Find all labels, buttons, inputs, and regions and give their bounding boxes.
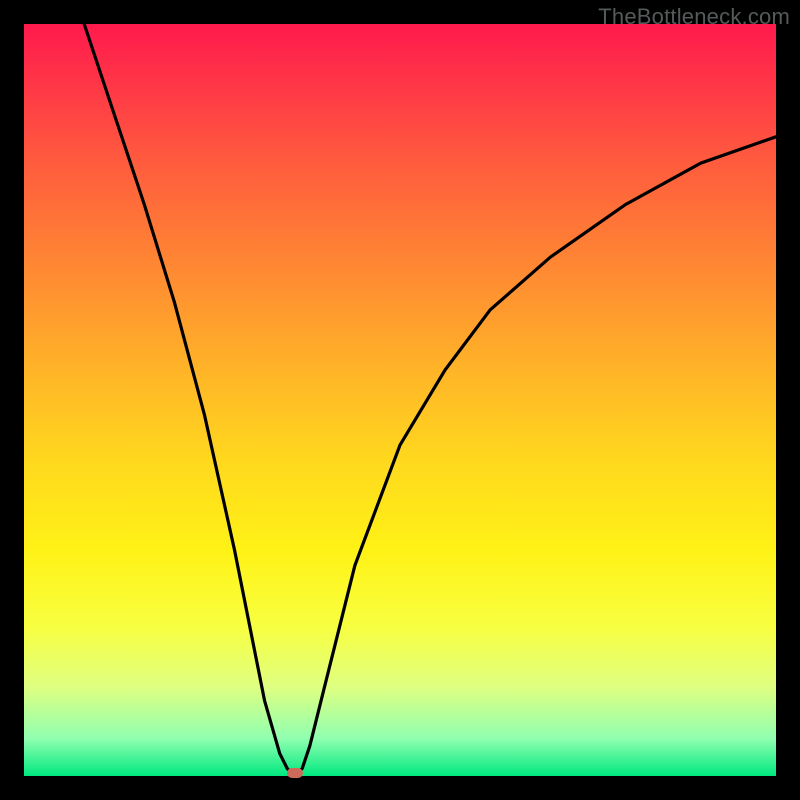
watermark-text: TheBottleneck.com — [598, 4, 790, 30]
optimal-point-marker — [287, 768, 303, 778]
chart-plot-area — [24, 24, 776, 776]
